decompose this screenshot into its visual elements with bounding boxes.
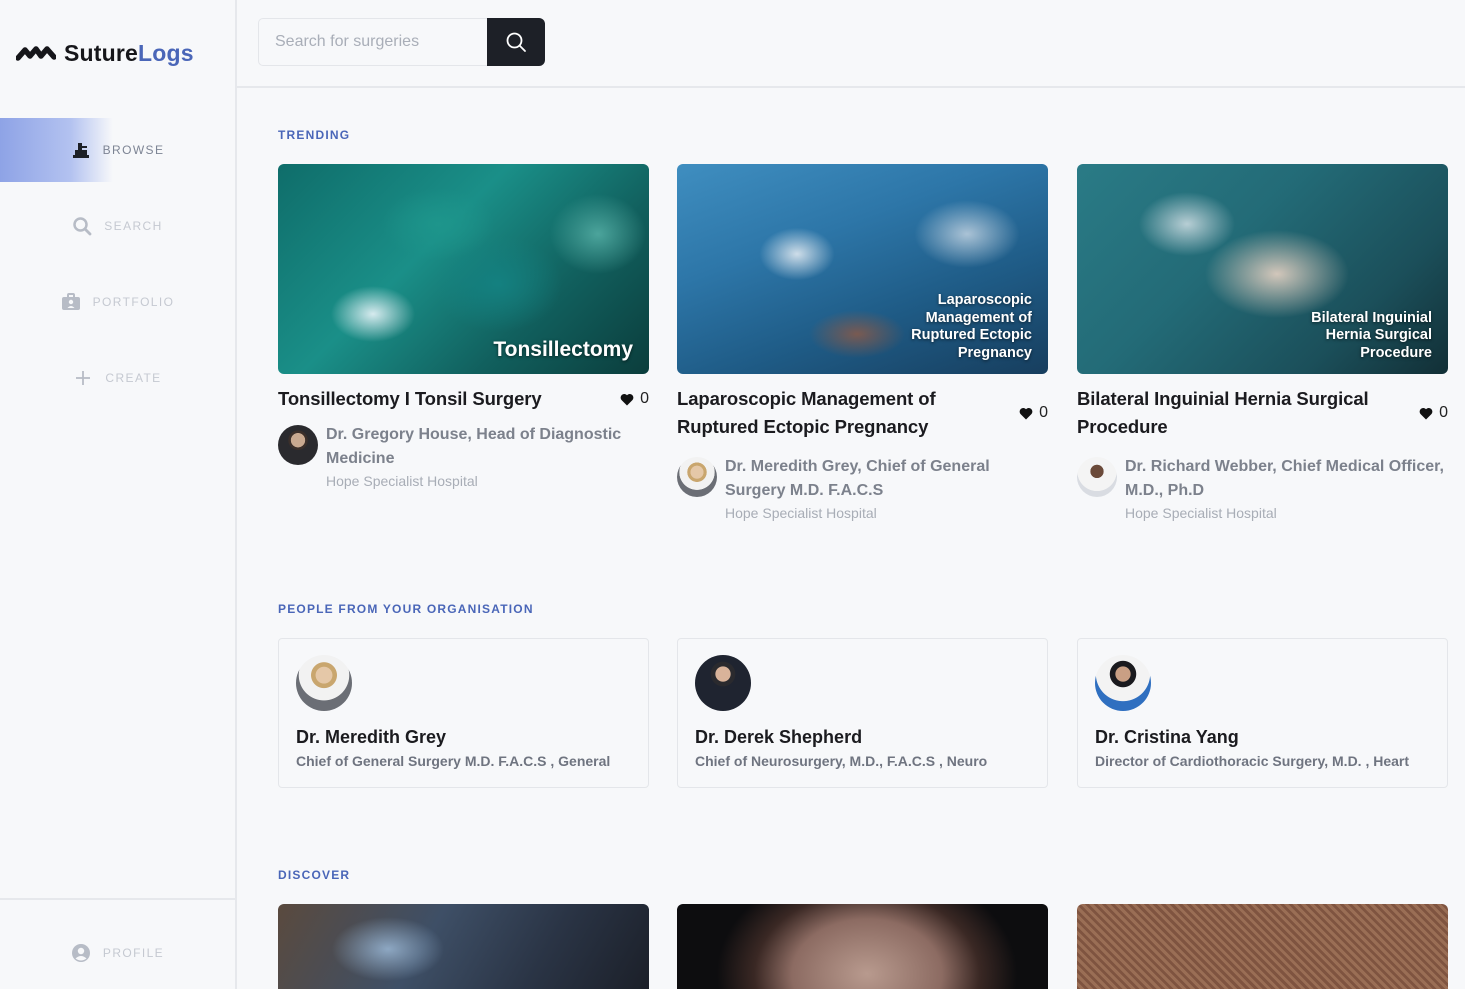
section-title-people: PEOPLE FROM YOUR ORGANISATION xyxy=(278,602,534,616)
avatar xyxy=(1095,655,1151,711)
browse-icon xyxy=(72,143,89,158)
card-header: Bilateral Inguinial Hernia Surgical Proc… xyxy=(1077,385,1448,441)
person-role: Chief of Neurosurgery, M.D., F.A.C.S , N… xyxy=(695,753,988,769)
surgery-card[interactable]: Bilateral Inguinial Hernia Surgical Proc… xyxy=(1077,164,1448,523)
author-info[interactable]: Dr. Meredith Grey, Chief of General Surg… xyxy=(677,455,1048,523)
sidebar-item-label: PORTFOLIO xyxy=(92,295,175,309)
section-title-trending: TRENDING xyxy=(278,128,351,142)
author-org: Hope Specialist Hospital xyxy=(326,473,478,489)
sidebar-item-label: SEARCH xyxy=(104,219,163,233)
author-name: Dr. Richard Webber, Chief Medical Office… xyxy=(1125,458,1444,499)
search-bar xyxy=(258,18,545,66)
sidebar-item-label: CREATE xyxy=(105,371,162,385)
author-info[interactable]: Dr. Richard Webber, Chief Medical Office… xyxy=(1077,455,1448,523)
surgery-thumbnail[interactable]: Laparoscopic Management of Ruptured Ecto… xyxy=(677,164,1048,374)
card-title[interactable]: Laparoscopic Management of Ruptured Ecto… xyxy=(677,385,977,441)
person-role: Director of Cardiothoracic Surgery, M.D.… xyxy=(1095,753,1410,769)
section-title-discover: DISCOVER xyxy=(278,868,351,882)
author-name: Dr. Gregory House, Head of Diagnostic Me… xyxy=(326,426,622,467)
like-count[interactable]: 0 xyxy=(620,390,649,408)
top-bar xyxy=(237,0,1465,88)
portfolio-icon xyxy=(61,293,80,310)
sidebar-item-browse[interactable]: BROWSE xyxy=(0,118,235,182)
surgery-thumbnail[interactable]: Tonsillectomy xyxy=(278,164,649,374)
user-circle-icon xyxy=(71,944,90,962)
sidebar-item-portfolio[interactable]: PORTFOLIO xyxy=(0,270,235,334)
thumbnail-caption: Tonsillectomy xyxy=(493,337,633,361)
sidebar: SutureLogs BROWSE SEARCH PORTFOLIO CREAT… xyxy=(0,0,237,989)
sidebar-item-profile[interactable]: PROFILE xyxy=(0,921,235,985)
like-count[interactable]: 0 xyxy=(1019,404,1048,422)
search-icon xyxy=(73,217,92,236)
surgery-card[interactable]: Laparoscopic Management of Ruptured Ecto… xyxy=(677,164,1048,523)
like-count[interactable]: 0 xyxy=(1419,404,1448,422)
author-text: Dr. Richard Webber, Chief Medical Office… xyxy=(1125,455,1448,523)
surgery-thumbnail[interactable]: Bilateral Inguinial Hernia Surgical Proc… xyxy=(1077,164,1448,374)
sidebar-item-label: BROWSE xyxy=(102,143,165,157)
discover-card-thumbnail[interactable] xyxy=(1077,904,1448,989)
search-input[interactable] xyxy=(258,18,487,66)
search-icon xyxy=(506,32,526,52)
author-info[interactable]: Dr. Gregory House, Head of Diagnostic Me… xyxy=(278,423,649,491)
card-title[interactable]: Bilateral Inguinial Hernia Surgical Proc… xyxy=(1077,385,1377,441)
avatar xyxy=(278,425,318,465)
author-text: Dr. Meredith Grey, Chief of General Surg… xyxy=(725,455,1048,523)
discover-card-thumbnail[interactable] xyxy=(278,904,649,989)
search-button[interactable] xyxy=(487,18,545,66)
card-header: Tonsillectomy I Tonsil Surgery 0 xyxy=(278,385,649,413)
avatar xyxy=(677,457,717,497)
logo-mark-icon xyxy=(16,45,56,61)
thumbnail-caption: Bilateral Inguinial Hernia Surgical Proc… xyxy=(1311,309,1432,361)
app-name: SutureLogs xyxy=(64,40,194,66)
app-root: SutureLogs BROWSE SEARCH PORTFOLIO CREAT… xyxy=(0,0,1465,989)
person-name: Dr. Cristina Yang xyxy=(1095,727,1239,747)
person-name: Dr. Derek Shepherd xyxy=(695,727,863,747)
person-role: Chief of General Surgery M.D. F.A.C.S , … xyxy=(296,753,611,769)
thumbnail-caption: Laparoscopic Management of Ruptured Ecto… xyxy=(911,292,1032,361)
author-name: Dr. Meredith Grey, Chief of General Surg… xyxy=(725,458,990,499)
author-org: Hope Specialist Hospital xyxy=(725,505,877,521)
person-card[interactable]: Dr. Cristina Yang Director of Cardiothor… xyxy=(1077,638,1448,788)
surgery-card[interactable]: Tonsillectomy Tonsillectomy I Tonsil Sur… xyxy=(278,164,649,491)
author-org: Hope Specialist Hospital xyxy=(1125,505,1277,521)
person-card[interactable]: Dr. Meredith Grey Chief of General Surge… xyxy=(278,638,649,788)
avatar xyxy=(1077,457,1117,497)
discover-card-thumbnail[interactable] xyxy=(677,904,1048,989)
sidebar-item-create[interactable]: CREATE xyxy=(0,346,235,410)
sidebar-item-label: PROFILE xyxy=(102,946,165,960)
card-title[interactable]: Tonsillectomy I Tonsil Surgery xyxy=(278,385,578,413)
heart-icon xyxy=(1419,407,1433,419)
avatar xyxy=(296,655,352,711)
card-header: Laparoscopic Management of Ruptured Ecto… xyxy=(677,385,1048,441)
heart-icon xyxy=(1019,407,1033,419)
sidebar-divider xyxy=(0,898,235,900)
person-name: Dr. Meredith Grey xyxy=(296,727,447,747)
author-text: Dr. Gregory House, Head of Diagnostic Me… xyxy=(326,423,649,491)
logo[interactable]: SutureLogs xyxy=(16,40,194,67)
person-card[interactable]: Dr. Derek Shepherd Chief of Neurosurgery… xyxy=(677,638,1048,788)
avatar xyxy=(695,655,751,711)
sidebar-item-search[interactable]: SEARCH xyxy=(0,194,235,258)
heart-icon xyxy=(620,393,634,405)
plus-icon xyxy=(76,371,91,385)
